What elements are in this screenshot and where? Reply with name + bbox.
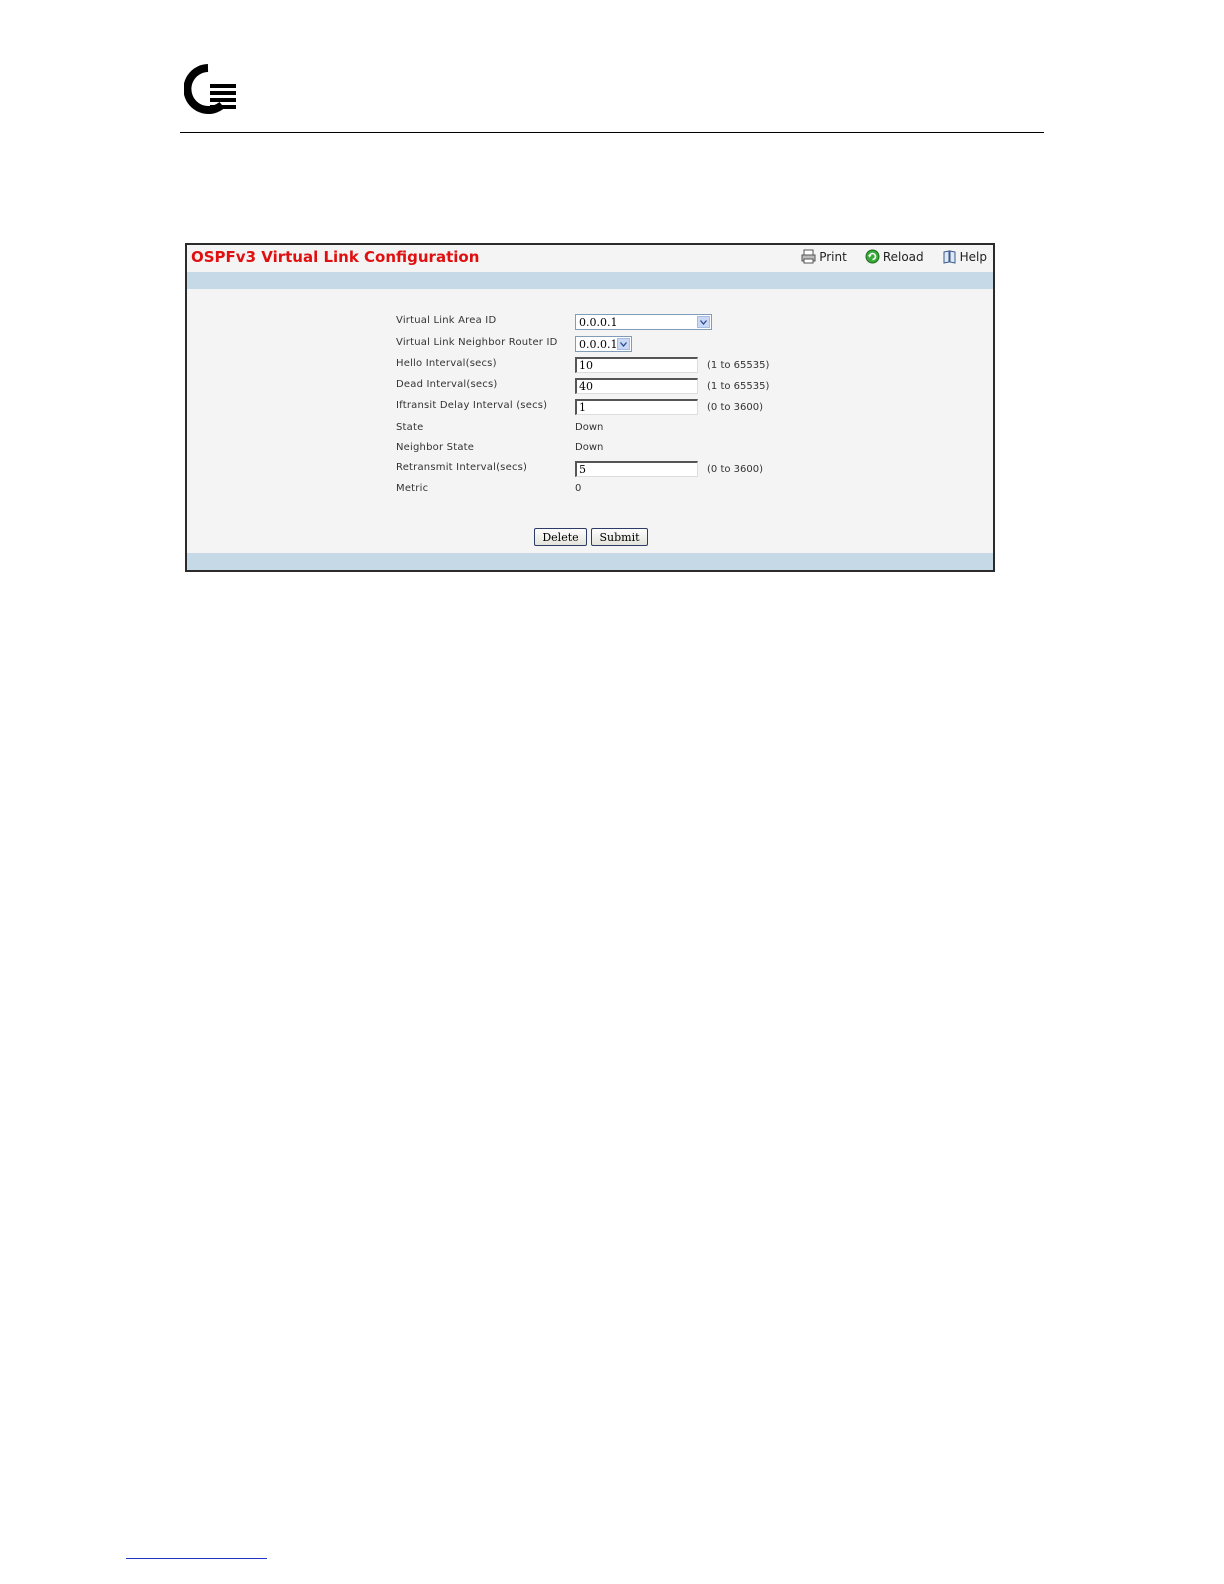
transit-delay-input[interactable]: 1 [575, 399, 698, 415]
company-logo [184, 64, 236, 114]
print-icon [801, 249, 816, 264]
dead-interval-range: (1 to 65535) [707, 381, 770, 392]
footer-link-underline [126, 1558, 267, 1559]
dropdown-arrow-icon [697, 316, 710, 328]
neighbor-state-value: Down [575, 442, 604, 453]
dead-interval-label: Dead Interval(secs) [396, 379, 498, 390]
toolbar: Print Reload Help [801, 249, 987, 264]
reload-button[interactable]: Reload [865, 249, 924, 264]
print-label: Print [819, 249, 847, 264]
print-button[interactable]: Print [801, 249, 847, 264]
header-divider [180, 132, 1044, 133]
dropdown-arrow-icon [617, 338, 630, 350]
transit-delay-label: Iftransit Delay Interval (secs) [396, 400, 548, 411]
help-label: Help [959, 249, 987, 264]
reload-label: Reload [882, 249, 924, 264]
retransmit-interval-input[interactable]: 5 [575, 461, 698, 477]
state-value: Down [575, 422, 604, 433]
area-id-value: 0.0.0.1 [579, 316, 618, 329]
delete-button[interactable]: Delete [534, 528, 587, 546]
dead-interval-input[interactable]: 40 [575, 378, 698, 394]
transit-delay-range: (0 to 3600) [707, 402, 764, 413]
state-label: State [396, 422, 424, 433]
area-id-select[interactable]: 0.0.0.1 [575, 314, 712, 330]
metric-label: Metric [396, 483, 429, 494]
config-panel: OSPFv3 Virtual Link Configuration Print … [185, 243, 995, 572]
footer-band [187, 553, 993, 570]
panel-header: OSPFv3 Virtual Link Configuration Print … [187, 245, 993, 271]
neighbor-router-id-value: 0.0.0.1 [579, 338, 618, 351]
neighbor-router-id-label: Virtual Link Neighbor Router ID [396, 337, 558, 348]
submit-button[interactable]: Submit [591, 528, 648, 546]
hello-interval-input[interactable]: 10 [575, 357, 698, 373]
reload-icon [865, 249, 880, 264]
retransmit-interval-label: Retransmit Interval(secs) [396, 462, 528, 473]
retransmit-interval-range: (0 to 3600) [707, 464, 764, 475]
neighbor-router-id-select[interactable]: 0.0.0.1 [575, 336, 632, 352]
help-icon [943, 250, 956, 264]
page-title: OSPFv3 Virtual Link Configuration [191, 248, 480, 266]
hello-interval-label: Hello Interval(secs) [396, 358, 497, 369]
help-button[interactable]: Help [942, 249, 987, 264]
neighbor-state-label: Neighbor State [396, 442, 475, 453]
area-id-label: Virtual Link Area ID [396, 315, 497, 326]
header-band [187, 272, 993, 289]
metric-value: 0 [575, 483, 582, 494]
hello-interval-range: (1 to 65535) [707, 360, 770, 371]
